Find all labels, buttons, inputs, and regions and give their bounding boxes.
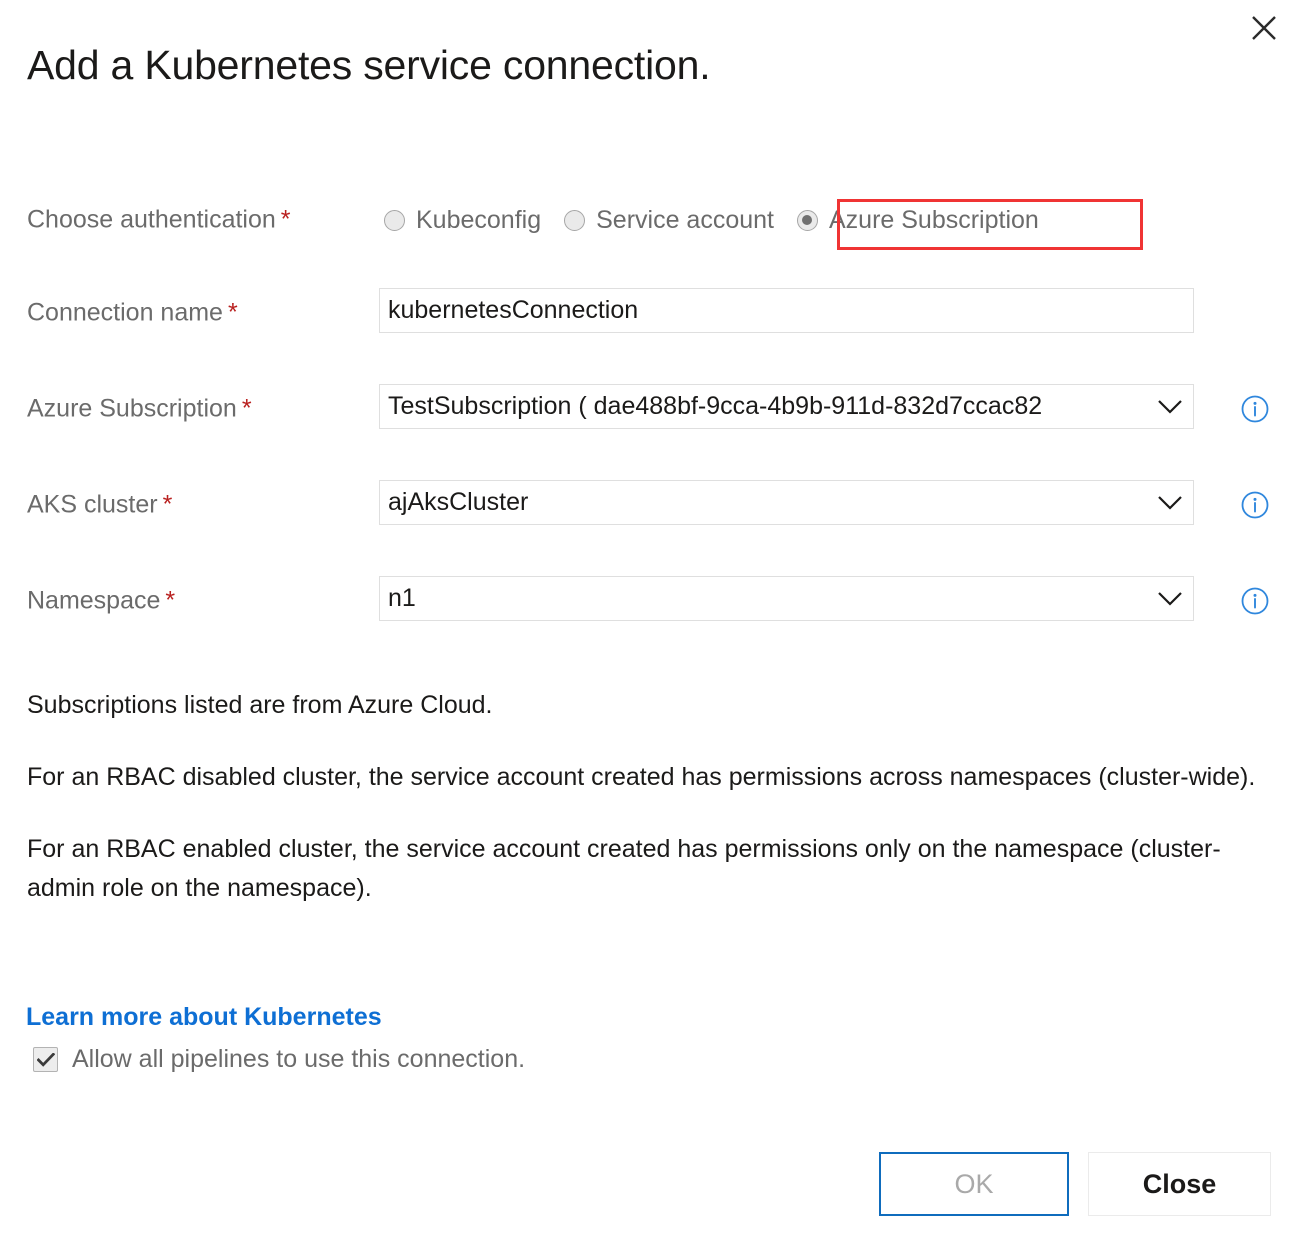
description-paragraph-3: For an RBAC enabled cluster, the service… [27, 830, 1277, 908]
label-namespace: Namespace* [27, 587, 175, 616]
page-title: Add a Kubernetes service connection. [27, 42, 710, 89]
allow-all-pipelines-label: Allow all pipelines to use this connecti… [72, 1045, 525, 1074]
checkbox-checked-icon [33, 1047, 58, 1072]
required-marker: * [165, 587, 175, 615]
label-aks-cluster: AKS cluster* [27, 491, 172, 520]
info-icon[interactable] [1240, 490, 1270, 520]
label-connection-name: Connection name* [27, 299, 238, 328]
required-marker: * [281, 206, 291, 234]
description-paragraph-2: For an RBAC disabled cluster, the servic… [27, 758, 1277, 797]
allow-all-pipelines-checkbox[interactable]: Allow all pipelines to use this connecti… [33, 1045, 525, 1074]
radio-option-kubeconfig[interactable]: Kubeconfig [384, 206, 541, 235]
chevron-down-icon[interactable] [1147, 385, 1193, 428]
required-marker: * [163, 491, 173, 519]
aks-cluster-value: ajAksCluster [380, 488, 1147, 517]
chevron-down-icon[interactable] [1147, 577, 1193, 620]
connection-name-input[interactable]: kubernetesConnection [379, 288, 1194, 333]
close-button[interactable]: Close [1088, 1152, 1271, 1216]
namespace-value: n1 [380, 584, 1147, 613]
dialog-close-button[interactable] [1242, 6, 1286, 50]
radio-label-azure-subscription: Azure Subscription [829, 206, 1039, 235]
required-marker: * [228, 299, 238, 327]
aks-cluster-dropdown[interactable]: ajAksCluster [379, 480, 1194, 525]
description-paragraph-1: Subscriptions listed are from Azure Clou… [27, 686, 1277, 725]
form-row-namespace: Namespace* n1 [0, 576, 1300, 626]
info-icon[interactable] [1240, 586, 1270, 616]
radio-kubeconfig-icon [384, 210, 405, 231]
form-row-connection-name: Connection name* kubernetesConnection [0, 288, 1300, 338]
radio-azure-subscription-icon [797, 210, 818, 231]
namespace-dropdown[interactable]: n1 [379, 576, 1194, 621]
radio-label-service-account: Service account [596, 206, 774, 235]
radio-option-service-account[interactable]: Service account [564, 206, 774, 235]
radio-service-account-icon [564, 210, 585, 231]
radio-label-kubeconfig: Kubeconfig [416, 206, 541, 235]
close-icon [1251, 15, 1277, 41]
learn-more-link[interactable]: Learn more about Kubernetes [26, 1003, 382, 1032]
azure-subscription-value: TestSubscription ( dae488bf-9cca-4b9b-91… [380, 392, 1147, 421]
chevron-down-icon[interactable] [1147, 481, 1193, 524]
info-icon[interactable] [1240, 394, 1270, 424]
label-azure-subscription: Azure Subscription* [27, 395, 252, 424]
form-row-authentication: Choose authentication* Kubeconfig Servic… [0, 195, 1300, 245]
label-choose-authentication: Choose authentication* [27, 206, 291, 235]
required-marker: * [242, 395, 252, 423]
connection-name-value: kubernetesConnection [380, 296, 1193, 325]
authentication-radio-group: Kubeconfig Service account Azure Subscri… [384, 195, 1039, 245]
dialog-footer: OK Close [0, 1152, 1300, 1216]
radio-option-azure-subscription[interactable]: Azure Subscription [797, 206, 1039, 235]
form-row-azure-subscription: Azure Subscription* TestSubscription ( d… [0, 384, 1300, 434]
form-row-aks-cluster: AKS cluster* ajAksCluster [0, 480, 1300, 530]
description-text: Subscriptions listed are from Azure Clou… [27, 686, 1277, 908]
azure-subscription-dropdown[interactable]: TestSubscription ( dae488bf-9cca-4b9b-91… [379, 384, 1194, 429]
connection-form: Choose authentication* Kubeconfig Servic… [0, 195, 1300, 672]
ok-button[interactable]: OK [879, 1152, 1069, 1216]
